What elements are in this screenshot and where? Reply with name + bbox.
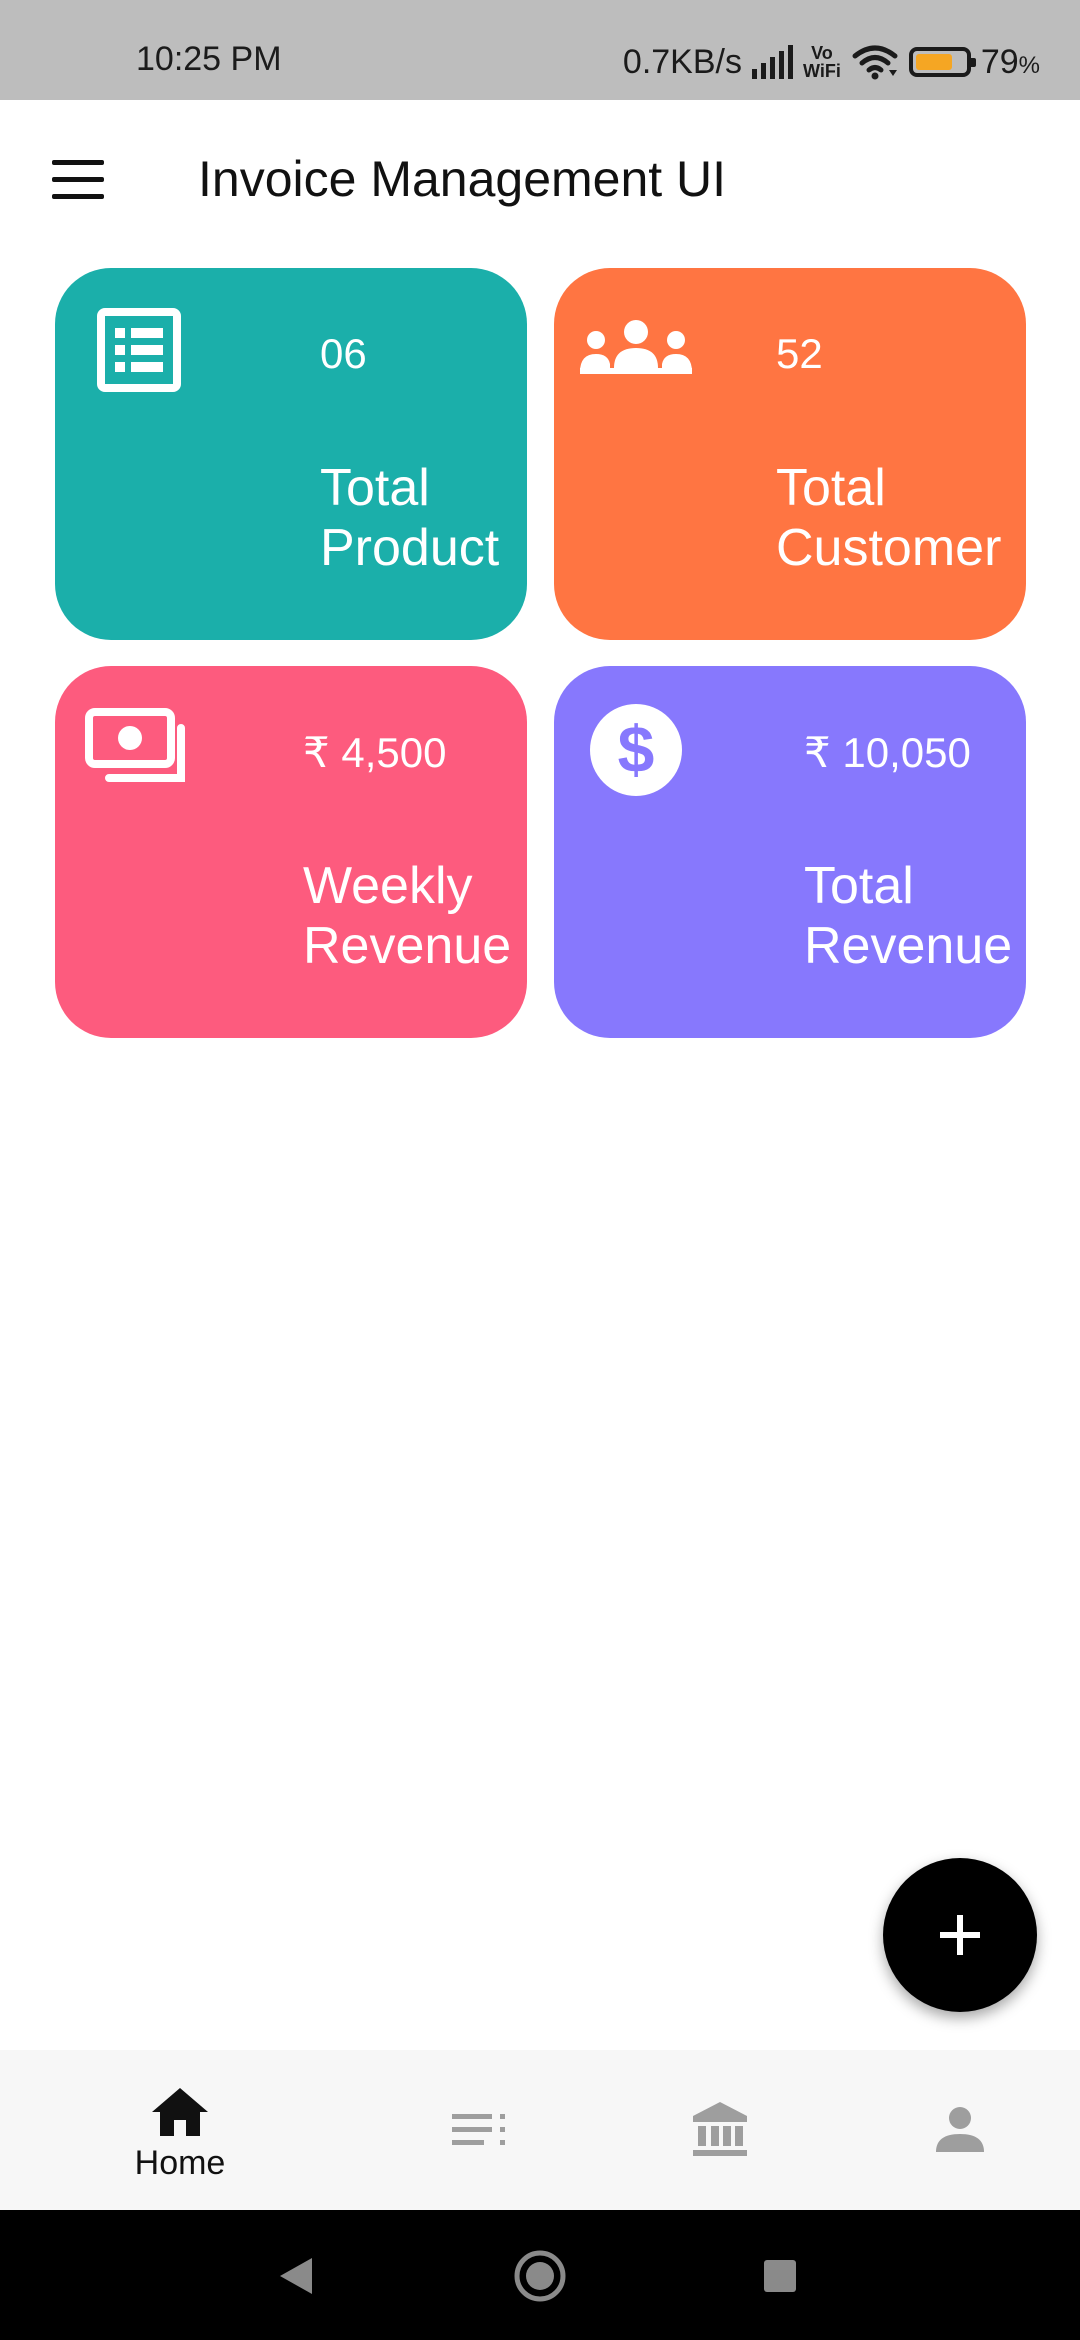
signal-icon	[752, 45, 793, 79]
back-icon[interactable]	[278, 2256, 314, 2296]
bank-icon	[693, 2102, 747, 2156]
nav-item-bank[interactable]	[620, 2050, 820, 2210]
card-value: 52	[776, 330, 823, 377]
person-icon	[936, 2107, 984, 2152]
status-time: 10:25 PM	[136, 40, 282, 78]
card-value: ₹ 10,050	[804, 729, 971, 776]
vowifi-top: Vo	[811, 43, 833, 63]
plus-icon	[940, 1915, 980, 1955]
add-button[interactable]	[883, 1858, 1037, 2012]
list-icon	[97, 308, 181, 392]
menu-icon[interactable]	[52, 160, 104, 200]
app-bar: Invoice Management UI	[0, 100, 1080, 260]
card-label: Total Customer	[776, 459, 1002, 577]
wifi-icon	[852, 45, 898, 80]
money-icon	[85, 708, 185, 782]
card-weekly-revenue[interactable]: ₹ 4,500 Weekly Revenue	[55, 666, 527, 1038]
list-icon	[452, 2114, 505, 2145]
card-total-revenue[interactable]: $ ₹ 10,050 Total Revenue	[554, 666, 1026, 1038]
dollar-icon: $	[590, 704, 682, 796]
network-speed: 0.7KB/s	[622, 42, 742, 81]
card-total-product[interactable]: 06 Total Product	[55, 268, 527, 640]
bottom-nav: Home	[0, 2050, 1080, 2210]
nav-item-home[interactable]: Home	[80, 2050, 280, 2210]
battery-fill	[915, 54, 952, 70]
page-title: Invoice Management UI	[198, 151, 727, 207]
svg-text:$: $	[618, 712, 655, 786]
battery-percent: 79%	[980, 42, 1040, 81]
battery-icon	[908, 47, 976, 77]
card-value: ₹ 4,500	[303, 729, 447, 776]
group-icon	[580, 320, 692, 374]
card-value: 06	[320, 330, 367, 377]
card-label: Total Revenue	[804, 857, 1013, 975]
status-icons: 0.7KB/s Vo WiFi 79%	[623, 40, 1040, 84]
nav-item-profile[interactable]	[860, 2050, 1060, 2210]
card-label: Weekly Revenue	[303, 857, 512, 975]
home-circle-icon[interactable]	[514, 2250, 566, 2302]
nav-label-home: Home	[134, 2144, 226, 2182]
vowifi-icon: Vo WiFi	[803, 44, 841, 80]
card-label: Total Product	[320, 459, 500, 577]
recents-icon[interactable]	[762, 2258, 798, 2294]
nav-item-list[interactable]	[380, 2050, 580, 2210]
system-nav	[0, 2210, 1080, 2340]
home-icon	[152, 2088, 208, 2136]
status-bar: 10:25 PM 0.7KB/s Vo WiFi 79%	[0, 0, 1080, 100]
card-total-customer[interactable]: 52 Total Customer	[554, 268, 1026, 640]
vowifi-bottom: WiFi	[803, 61, 841, 81]
